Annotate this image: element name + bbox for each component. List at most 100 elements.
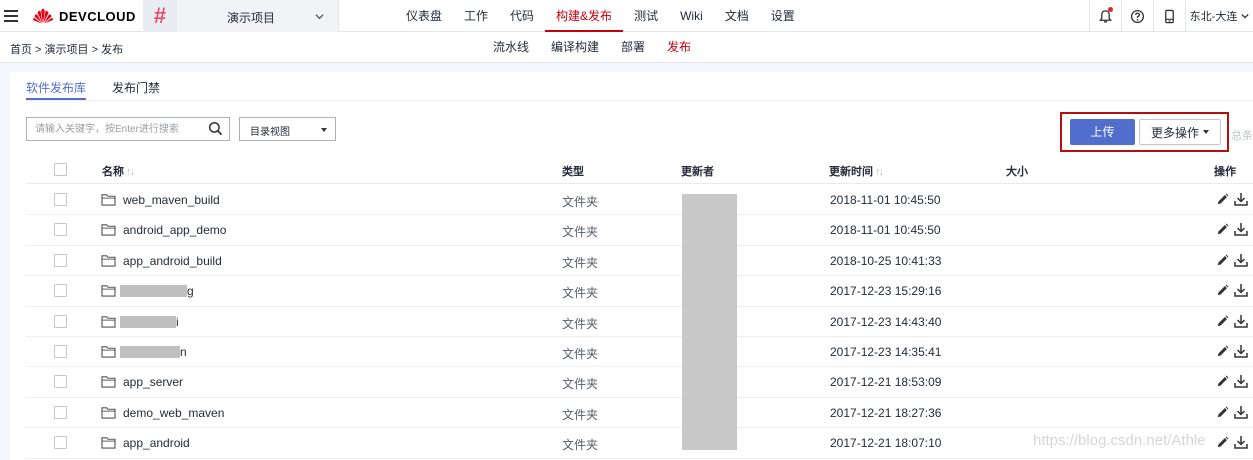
topbar-right: 东北-大连: [1089, 0, 1253, 32]
download-icon[interactable]: [1234, 405, 1248, 419]
nav-item-docs[interactable]: 文档: [714, 0, 760, 32]
subnav-item-pipeline[interactable]: 流水线: [482, 32, 540, 63]
download-icon[interactable]: [1234, 222, 1248, 237]
row-checkbox[interactable]: [54, 223, 67, 237]
table-row[interactable]: demo_web_maven文件夹y2017-12-21 18:27:36: [26, 398, 1253, 429]
update-time: 2018-10-25 10:41:33: [830, 253, 942, 268]
nav-item-test[interactable]: 测试: [623, 0, 669, 32]
edit-icon[interactable]: [1216, 375, 1229, 388]
download-icon[interactable]: [1234, 283, 1248, 297]
edit-icon[interactable]: [1216, 254, 1229, 267]
file-name[interactable]: g: [187, 284, 194, 298]
notification-button[interactable]: [1089, 0, 1121, 32]
redacted-updater-block: [682, 194, 737, 450]
view-mode-select[interactable]: 目录视图: [239, 117, 336, 141]
file-type: 文件夹: [562, 438, 599, 453]
redacted-name: [120, 346, 180, 358]
tab-release-gate[interactable]: 发布门禁: [112, 80, 160, 100]
row-checkbox[interactable]: [54, 405, 67, 419]
select-all-checkbox[interactable]: [54, 163, 67, 176]
help-button[interactable]: [1121, 0, 1153, 32]
update-time: 2017-12-23 14:43:40: [830, 314, 942, 329]
row-checkbox[interactable]: [54, 375, 67, 389]
nav-item-settings[interactable]: 设置: [760, 0, 806, 32]
upload-button[interactable]: 上传: [1070, 119, 1135, 145]
folder-icon: [101, 376, 116, 389]
row-checkbox[interactable]: [54, 253, 67, 267]
column-header-time[interactable]: 更新时间 ↑↓: [829, 163, 884, 179]
subnav-item-build[interactable]: 编译构建: [540, 32, 610, 63]
menu-icon[interactable]: [0, 0, 22, 32]
nav-item-build-release[interactable]: 构建&发布: [545, 0, 624, 32]
table-row[interactable]: android_app_demo文件夹y2018-11-01 10:45:50: [26, 215, 1253, 246]
folder-icon: [101, 285, 116, 297]
download-icon[interactable]: [1234, 314, 1248, 328]
search-icon[interactable]: [208, 121, 223, 136]
row-checkbox[interactable]: [54, 345, 67, 358]
edit-icon[interactable]: [1216, 315, 1229, 328]
download-icon[interactable]: [1234, 192, 1248, 206]
folder-icon: [101, 315, 116, 328]
download-icon[interactable]: [1234, 374, 1248, 389]
table-row[interactable]: n文件夹y2017-12-23 14:35:41: [26, 337, 1253, 368]
column-header-name[interactable]: 名称 ↑↓: [102, 163, 135, 179]
row-checkbox[interactable]: [54, 436, 67, 450]
nav-item-dashboard[interactable]: 仪表盘: [395, 0, 453, 32]
brand-name: DEVCLOUD: [59, 8, 136, 24]
sub-nav: 流水线 编译构建 部署 发布: [482, 32, 702, 63]
redacted-name: [120, 285, 187, 298]
update-time: 2018-11-01 10:45:50: [830, 193, 941, 207]
table-row[interactable]: web_maven_build文件夹y2018-11-01 10:45:50: [26, 185, 1253, 216]
table-row[interactable]: g文件夹y2017-12-23 15:29:16: [26, 276, 1253, 307]
search-input[interactable]: [27, 118, 197, 140]
nav-item-code[interactable]: 代码: [499, 0, 545, 32]
edit-icon[interactable]: [1216, 284, 1229, 297]
file-name[interactable]: demo_web_maven: [123, 406, 224, 420]
edit-icon[interactable]: [1216, 436, 1229, 449]
file-name[interactable]: n: [180, 345, 187, 359]
subnav-item-deploy[interactable]: 部署: [610, 32, 656, 63]
mobile-button[interactable]: [1153, 0, 1185, 32]
edit-icon[interactable]: [1216, 223, 1229, 236]
nav-item-wiki[interactable]: Wiki: [669, 0, 714, 32]
download-icon[interactable]: [1234, 253, 1248, 267]
file-name[interactable]: app_android: [123, 436, 190, 450]
file-name[interactable]: android_app_demo: [123, 223, 226, 237]
region-selector[interactable]: 东北-大连: [1185, 0, 1253, 32]
edit-icon[interactable]: [1216, 193, 1229, 206]
more-actions-button[interactable]: 更多操作: [1139, 119, 1221, 145]
file-name[interactable]: app_android_build: [123, 254, 222, 268]
row-checkbox[interactable]: [54, 284, 67, 298]
update-time: 2017-12-21 18:27:36: [830, 405, 942, 420]
file-type: 文件夹: [562, 225, 599, 240]
edit-icon[interactable]: [1216, 345, 1229, 358]
tab-software-repo[interactable]: 软件发布库: [26, 80, 87, 100]
subnav-item-release[interactable]: 发布: [656, 32, 702, 63]
sort-icon[interactable]: ↑↓: [126, 166, 135, 178]
row-checkbox[interactable]: [54, 314, 67, 328]
file-type: 文件夹: [562, 195, 599, 209]
file-type: 文件夹: [562, 255, 599, 270]
file-name[interactable]: app_server: [123, 375, 183, 389]
project-selector[interactable]: 演示项目: [177, 0, 339, 32]
download-icon[interactable]: [1234, 344, 1248, 358]
edit-icon[interactable]: [1216, 406, 1229, 419]
table-row[interactable]: app_android_build文件夹y2018-10-25 10:41:33: [26, 246, 1253, 277]
sort-icon[interactable]: ↑↓: [875, 166, 884, 178]
download-icon[interactable]: [1234, 435, 1248, 449]
nav-item-work[interactable]: 工作: [453, 0, 499, 32]
file-type: 文件夹: [562, 347, 599, 361]
logo[interactable]: DEVCLOUD: [32, 8, 136, 24]
update-time: 2018-11-01 10:45:50: [830, 223, 941, 238]
row-checkbox[interactable]: [54, 193, 67, 206]
table-row[interactable]: app_server文件夹y2017-12-21 18:53:09: [26, 367, 1253, 398]
project-hash-icon[interactable]: #: [143, 0, 177, 32]
table-row[interactable]: i文件夹y2017-12-23 14:43:40: [26, 307, 1253, 337]
mobile-icon: [1165, 9, 1174, 23]
huawei-logo-icon: [33, 8, 53, 24]
region-label: 东北-大连: [1189, 11, 1238, 23]
update-time: 2017-12-23 15:29:16: [830, 284, 942, 299]
file-name[interactable]: web_maven_build: [123, 193, 220, 207]
file-name[interactable]: i: [176, 315, 179, 329]
breadcrumb[interactable]: 首页 > 演示项目 > 发布: [10, 41, 123, 57]
